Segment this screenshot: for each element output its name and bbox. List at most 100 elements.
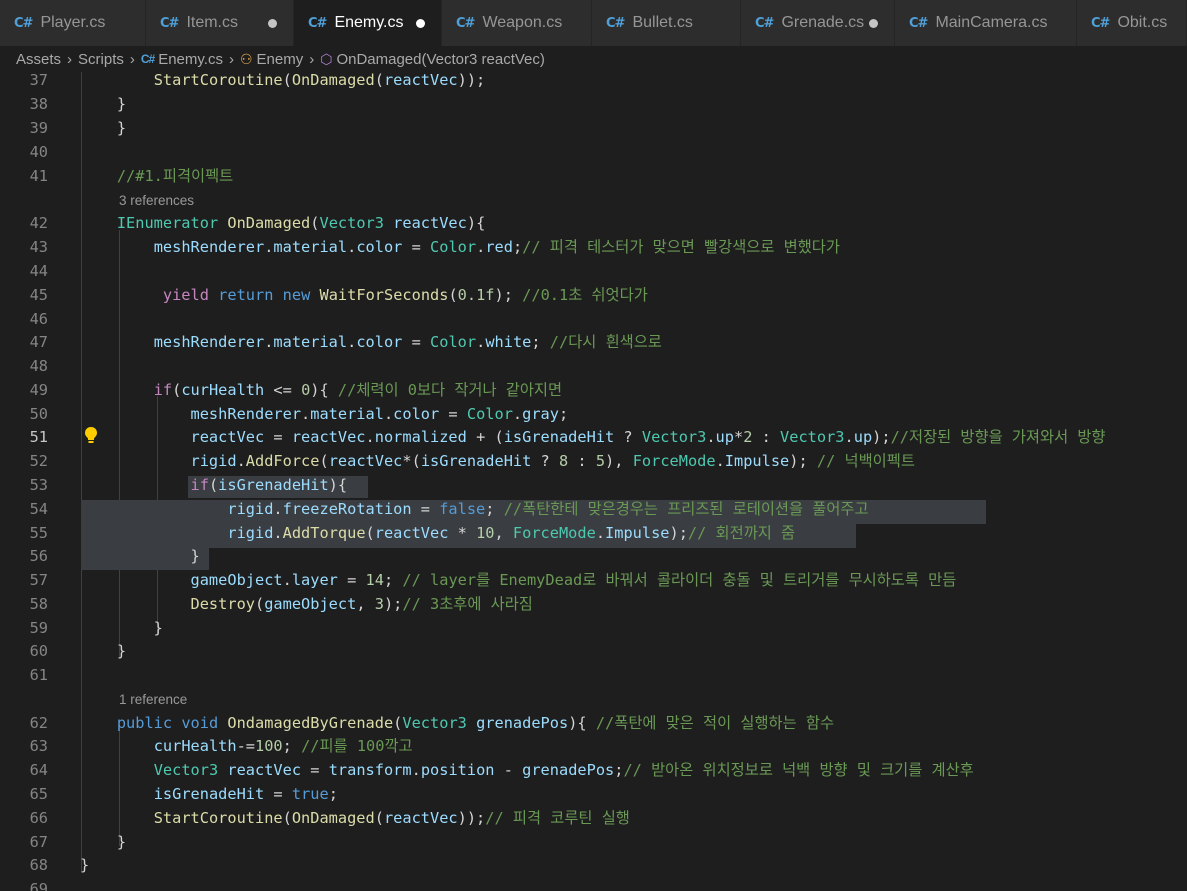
code-editor[interactable]: 3 references 1 reference 37 StartCorouti… [0, 72, 1187, 891]
breadcrumb-folder-assets[interactable]: Assets [16, 51, 61, 68]
line-number: 65 [29, 785, 48, 803]
code-text[interactable]: meshRenderer.material.color = Color.gray… [80, 403, 569, 427]
tab-bullet-cs[interactable]: C# Bullet.cs [592, 0, 741, 46]
csharp-file-icon: C# [909, 15, 928, 31]
code-text[interactable]: meshRenderer.material.color = Color.red;… [80, 236, 840, 260]
code-line[interactable]: 67 } [0, 831, 1187, 855]
code-text[interactable]: StartCoroutine(OnDamaged(reactVec));// 피… [80, 807, 630, 831]
code-line[interactable]: 38 } [0, 93, 1187, 117]
code-line[interactable]: 46 [0, 308, 1187, 332]
code-text[interactable]: } [80, 640, 126, 664]
code-text[interactable]: } [80, 93, 126, 117]
code-line[interactable]: 42 IEnumerator OnDamaged(Vector3 reactVe… [0, 212, 1187, 236]
tab-weapon-cs[interactable]: C# Weapon.cs [442, 0, 592, 46]
breadcrumb-folder-scripts[interactable]: Scripts [78, 51, 124, 68]
tab-label: Enemy.cs [334, 14, 404, 31]
code-text[interactable]: Vector3 reactVec = transform.position - … [80, 759, 974, 783]
code-line[interactable]: 49 if(curHealth <= 0){ //체력이 0보다 작거나 같아지… [0, 379, 1187, 403]
unsaved-dot-icon[interactable] [268, 19, 277, 28]
line-number: 47 [29, 333, 48, 351]
code-text[interactable]: gameObject.layer = 14; // layer를 EnemyDe… [80, 569, 957, 593]
code-text[interactable]: if(isGrenadeHit){ [80, 474, 348, 498]
code-line[interactable]: 69 [0, 878, 1187, 891]
code-line[interactable]: 58 Destroy(gameObject, 3);// 3초후에 사라짐 [0, 593, 1187, 617]
code-line[interactable]: 53 if(isGrenadeHit){ [0, 474, 1187, 498]
unsaved-dot-icon[interactable] [416, 19, 425, 28]
code-text[interactable]: yield return new WaitForSeconds(0.1f); /… [80, 284, 648, 308]
line-number: 55 [29, 524, 48, 542]
line-number: 54 [29, 500, 48, 518]
tab-grenade-cs[interactable]: C# Grenade.cs [741, 0, 895, 46]
tab-maincamera-cs[interactable]: C# MainCamera.cs [895, 0, 1077, 46]
code-text[interactable]: if(curHealth <= 0){ //체력이 0보다 작거나 같아지면 [80, 379, 562, 403]
code-text[interactable]: isGrenadeHit = true; [80, 783, 338, 807]
code-line[interactable]: 65 isGrenadeHit = true; [0, 783, 1187, 807]
line-number: 53 [29, 476, 48, 494]
codelens-references[interactable]: 1 reference [119, 688, 187, 712]
code-line[interactable]: 43 meshRenderer.material.color = Color.r… [0, 236, 1187, 260]
code-text[interactable]: } [80, 617, 163, 641]
tab-label: MainCamera.cs [935, 14, 1048, 31]
breadcrumb-file[interactable]: Enemy.cs [158, 51, 223, 68]
code-text[interactable]: } [80, 831, 126, 855]
code-line[interactable]: 47 meshRenderer.material.color = Color.w… [0, 331, 1187, 355]
tab-enemy-cs[interactable]: C# Enemy.cs [294, 0, 442, 46]
line-number: 63 [29, 737, 48, 755]
code-text[interactable]: curHealth-=100; //피를 100깍고 [80, 735, 413, 759]
code-text[interactable]: meshRenderer.material.color = Color.whit… [80, 331, 662, 355]
tab-obit-cs[interactable]: C# Obit.cs [1077, 0, 1187, 46]
line-number: 49 [29, 381, 48, 399]
code-text[interactable]: Destroy(gameObject, 3);// 3초후에 사라짐 [80, 593, 533, 617]
code-line[interactable]: 50 meshRenderer.material.color = Color.g… [0, 403, 1187, 427]
code-text[interactable]: rigid.freezeRotation = false; //폭탄한테 맞은경… [80, 498, 868, 522]
code-line[interactable]: 55 rigid.AddTorque(reactVec * 10, ForceM… [0, 522, 1187, 546]
code-line[interactable]: 66 StartCoroutine(OnDamaged(reactVec));/… [0, 807, 1187, 831]
code-text[interactable]: rigid.AddForce(reactVec*(isGrenadeHit ? … [80, 450, 915, 474]
line-number: 50 [29, 405, 48, 423]
code-text[interactable]: IEnumerator OnDamaged(Vector3 reactVec){ [80, 212, 485, 236]
breadcrumb-method[interactable]: OnDamaged(Vector3 reactVec) [336, 51, 544, 68]
line-number: 41 [29, 167, 48, 185]
code-text[interactable]: //#1.피격이펙트 [80, 165, 233, 189]
code-line[interactable]: 52 rigid.AddForce(reactVec*(isGrenadeHit… [0, 450, 1187, 474]
code-text[interactable]: } [80, 854, 89, 878]
line-number: 66 [29, 809, 48, 827]
line-number: 48 [29, 357, 48, 375]
code-line[interactable]: 63 curHealth-=100; //피를 100깍고 [0, 735, 1187, 759]
code-line[interactable]: 68} [0, 854, 1187, 878]
tab-label: Weapon.cs [482, 14, 563, 31]
code-line[interactable]: 48 [0, 355, 1187, 379]
code-line[interactable]: 59 } [0, 617, 1187, 641]
csharp-file-icon: C# [308, 15, 327, 31]
tab-player-cs[interactable]: C# Player.cs [0, 0, 146, 46]
line-number: 68 [29, 856, 48, 874]
code-line[interactable]: 45 yield return new WaitForSeconds(0.1f)… [0, 284, 1187, 308]
code-line[interactable]: 37 StartCoroutine(OnDamaged(reactVec)); [0, 72, 1187, 93]
code-text[interactable]: rigid.AddTorque(reactVec * 10, ForceMode… [80, 522, 795, 546]
code-text[interactable]: public void OndamagedByGrenade(Vector3 g… [80, 712, 834, 736]
code-line[interactable]: 56 } [0, 545, 1187, 569]
code-text[interactable]: reactVec = reactVec.normalized + (isGren… [80, 426, 1106, 450]
code-line[interactable]: 44 [0, 260, 1187, 284]
code-line[interactable]: 57 gameObject.layer = 14; // layer를 Enem… [0, 569, 1187, 593]
unsaved-dot-icon[interactable] [869, 19, 878, 28]
code-line[interactable]: 41 //#1.피격이펙트 [0, 165, 1187, 189]
tab-label: Bullet.cs [632, 14, 693, 31]
code-line[interactable]: 40 [0, 141, 1187, 165]
line-number: 61 [29, 666, 48, 684]
codelens-references[interactable]: 3 references [119, 189, 194, 213]
code-text[interactable]: } [80, 545, 200, 569]
code-line[interactable]: 54 rigid.freezeRotation = false; //폭탄한테 … [0, 498, 1187, 522]
line-number: 52 [29, 452, 48, 470]
code-line[interactable]: 64 Vector3 reactVec = transform.position… [0, 759, 1187, 783]
code-line[interactable]: 60 } [0, 640, 1187, 664]
code-text[interactable]: StartCoroutine(OnDamaged(reactVec)); [80, 72, 486, 93]
code-line[interactable]: 61 [0, 664, 1187, 688]
breadcrumb-class[interactable]: Enemy [257, 51, 304, 68]
code-line[interactable]: 39 } [0, 117, 1187, 141]
code-line[interactable]: 62 public void OndamagedByGrenade(Vector… [0, 712, 1187, 736]
line-number: 42 [29, 214, 48, 232]
code-text[interactable]: } [80, 117, 126, 141]
code-line[interactable]: 51 reactVec = reactVec.normalized + (isG… [0, 426, 1187, 450]
tab-item-cs[interactable]: C# Item.cs [146, 0, 294, 46]
